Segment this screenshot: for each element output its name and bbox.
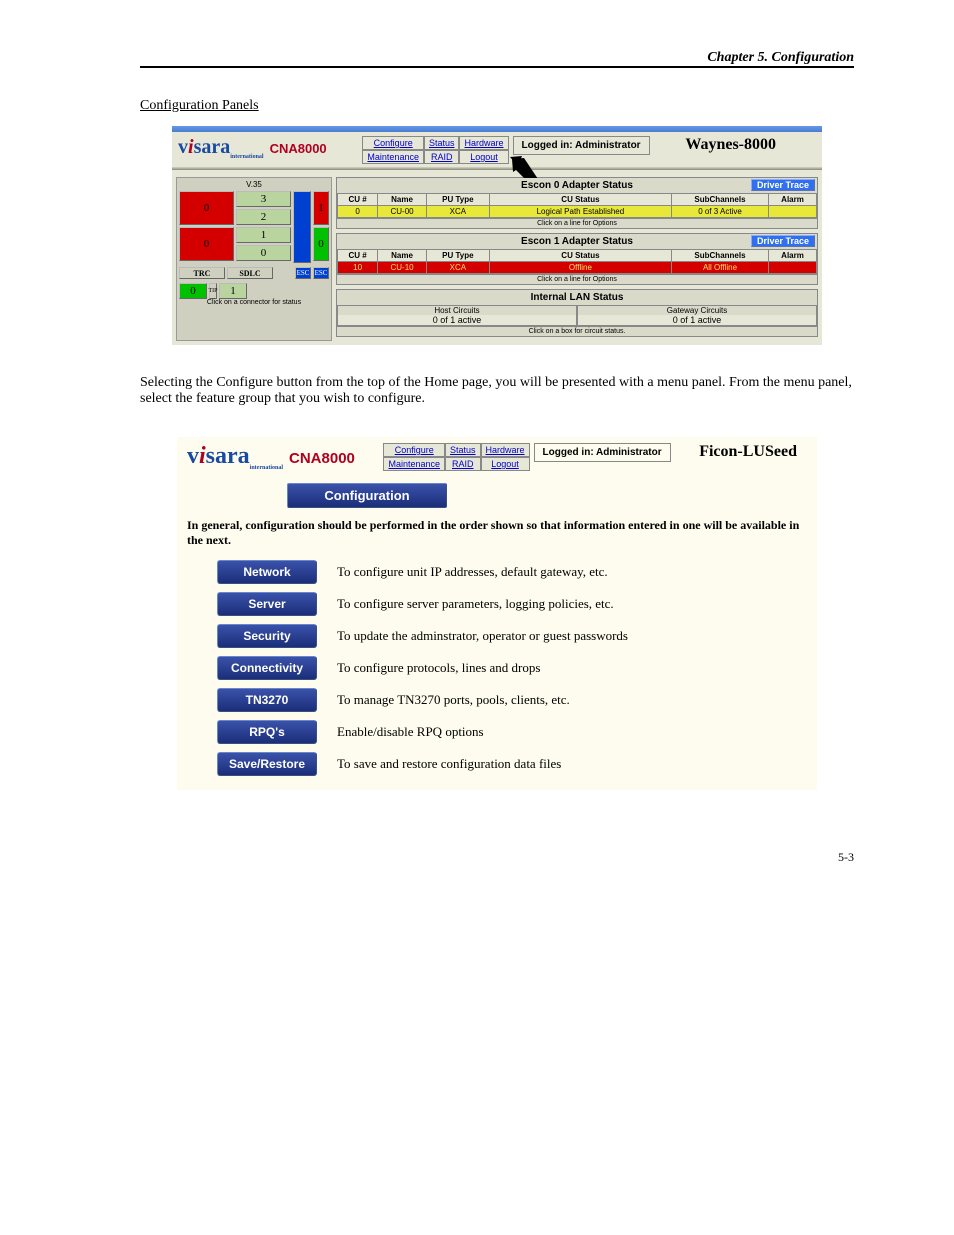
driver-trace-button-1[interactable]: Driver Trace: [751, 235, 815, 247]
gw-circuits-v[interactable]: 0 of 1 active: [578, 315, 816, 325]
cfg-rpq-button[interactable]: RPQ's: [217, 720, 317, 744]
nav-maintenance[interactable]: Maintenance: [362, 150, 424, 164]
conn-2[interactable]: 2: [236, 209, 291, 225]
escon1-table: CU # Name PU Type CU Status SubChannels …: [337, 249, 817, 274]
gw-circuits-h: Gateway Circuits: [578, 306, 816, 315]
nav2-status[interactable]: Status: [445, 443, 481, 457]
page-number: 5-3: [140, 850, 854, 865]
conn-green-0[interactable]: 0: [313, 227, 329, 261]
v35-label: V.35: [179, 180, 329, 189]
connector-map: V.35 0 0 3 2 1 0 1: [176, 177, 332, 341]
screenshot-configuration-menu: visarainternational CNA8000 Configure St…: [177, 437, 817, 790]
nav-links-2: Configure Status Hardware Maintenance RA…: [383, 443, 529, 471]
logged-in: Logged in: Administrator: [513, 136, 650, 155]
escon0-title: Escon 0 Adapter Status: [521, 180, 633, 191]
conn-bot-0[interactable]: 0: [179, 283, 207, 299]
cfg-server-button[interactable]: Server: [217, 592, 317, 616]
nav2-configure[interactable]: Configure: [383, 443, 445, 457]
escon1-hint: Click on a line for Options: [337, 274, 817, 284]
configuration-note: In general, configuration should be perf…: [177, 518, 817, 556]
cfg-security-desc: To update the adminstrator, operator or …: [327, 620, 638, 652]
config-menu: Network To configure unit IP addresses, d…: [207, 556, 638, 780]
trc-label: TRC: [179, 267, 225, 279]
escon0-row[interactable]: 0 CU-00 XCA Logical Path Established 0 o…: [338, 206, 817, 218]
sdlc-label: SDLC: [227, 267, 273, 279]
node-name-2: Ficon-LUSeed: [699, 443, 797, 461]
cfg-tn3270-button[interactable]: TN3270: [217, 688, 317, 712]
nav-configure[interactable]: Configure: [362, 136, 424, 150]
cfg-network-desc: To configure unit IP addresses, default …: [327, 556, 638, 588]
cfg-tn3270-desc: To manage TN3270 ports, pools, clients, …: [327, 684, 638, 716]
cfg-rpq-desc: Enable/disable RPQ options: [327, 716, 638, 748]
visara-logo-2: visarainternational: [187, 443, 283, 471]
cfg-saverestore-button[interactable]: Save/Restore: [217, 752, 317, 776]
esc-label-1: ESC: [295, 267, 311, 279]
node-name: Waynes-8000: [685, 136, 776, 154]
nav2-maintenance[interactable]: Maintenance: [383, 457, 445, 471]
lan-hint: Click on a box for circuit status.: [337, 326, 817, 336]
escon1-title: Escon 1 Adapter Status: [521, 236, 633, 247]
product-name: CNA8000: [270, 141, 327, 156]
tip-label: TIP: [209, 283, 217, 299]
conn-red-0a[interactable]: 0: [179, 191, 234, 225]
screenshot-home-status: visarainternational CNA8000 Configure St…: [172, 126, 822, 345]
nav-raid[interactable]: RAID: [424, 150, 460, 164]
header-rule: [140, 66, 854, 68]
conn-bot-1[interactable]: 1: [219, 283, 247, 299]
escon1-panel: Escon 1 Adapter Status Driver Trace CU #…: [336, 233, 818, 285]
lan-panel: Internal LAN Status Host Circuits 0 of 1…: [336, 289, 818, 337]
cfg-server-desc: To configure server parameters, logging …: [327, 588, 638, 620]
conn-blue[interactable]: [293, 191, 311, 263]
configuration-heading: Configuration: [287, 483, 447, 508]
escon0-table: CU # Name PU Type CU Status SubChannels …: [337, 193, 817, 218]
host-circuits-v[interactable]: 0 of 1 active: [338, 315, 576, 325]
escon0-panel: Escon 0 Adapter Status Driver Trace CU #…: [336, 177, 818, 229]
chapter-header: Chapter 5. Configuration: [140, 50, 854, 66]
lan-title: Internal LAN Status: [337, 290, 817, 305]
visara-logo: visarainternational: [178, 136, 264, 160]
nav2-logout[interactable]: Logout: [481, 457, 530, 471]
nav-status[interactable]: Status: [424, 136, 460, 150]
product-name-2: CNA8000: [289, 450, 355, 467]
section-title: Configuration Panels: [140, 98, 854, 114]
driver-trace-button-0[interactable]: Driver Trace: [751, 179, 815, 191]
escon1-row[interactable]: 10 CU-10 XCA Offline All Offline: [338, 262, 817, 274]
conn-0[interactable]: 0: [236, 245, 291, 261]
nav2-hardware[interactable]: Hardware: [481, 443, 530, 457]
nav-hardware[interactable]: Hardware: [459, 136, 508, 150]
cfg-connectivity-button[interactable]: Connectivity: [217, 656, 317, 680]
host-circuits-h: Host Circuits: [338, 306, 576, 315]
conn-3[interactable]: 3: [236, 191, 291, 207]
cfg-saverestore-desc: To save and restore configuration data f…: [327, 748, 638, 780]
conn-red-1[interactable]: 1: [313, 191, 329, 225]
conn-red-0b[interactable]: 0: [179, 227, 234, 261]
nav-links: Configure Status Hardware Maintenance RA…: [362, 136, 508, 164]
cfg-connectivity-desc: To configure protocols, lines and drops: [327, 652, 638, 684]
logged-in-2: Logged in: Administrator: [534, 443, 671, 462]
escon0-hint: Click on a line for Options: [337, 218, 817, 228]
connector-hint: Click on a connector for status: [179, 299, 329, 306]
explain-paragraph: Selecting the Configure button from the …: [140, 375, 854, 407]
cfg-network-button[interactable]: Network: [217, 560, 317, 584]
conn-1[interactable]: 1: [236, 227, 291, 243]
cfg-security-button[interactable]: Security: [217, 624, 317, 648]
esc-label-2: ESC: [313, 267, 329, 279]
nav-logout[interactable]: Logout: [459, 150, 508, 164]
nav2-raid[interactable]: RAID: [445, 457, 481, 471]
